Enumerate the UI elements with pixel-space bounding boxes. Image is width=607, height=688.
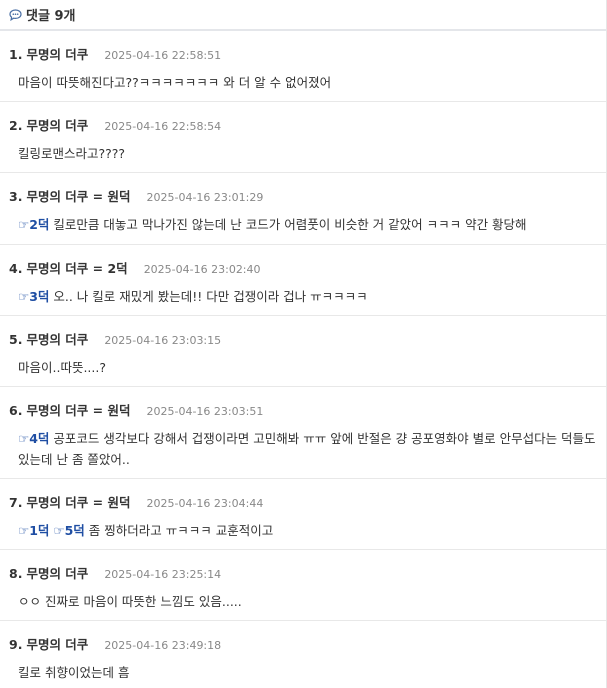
comment-date: 2025-04-16 23:25:14 [104, 568, 222, 581]
comment-date: 2025-04-16 23:04:44 [146, 497, 264, 510]
comment-item: 7. 무명의 더쿠 = 원덕 2025-04-16 23:04:44 ☞1덕 ☞… [0, 479, 606, 550]
comment-item: 2. 무명의 더쿠 2025-04-16 22:58:54 킬링로맨스라고???… [0, 102, 606, 173]
comment-text: 마음이 따뜻해진다고??ㅋㅋㅋㅋㅋㅋㅋ 와 더 알 수 없어졌어 [18, 75, 332, 90]
comments-header: 댓글 9개 [0, 0, 606, 31]
comment-author[interactable]: 무명의 더쿠 [26, 634, 88, 653]
comment-number: 5. [9, 332, 23, 347]
comment-mention-link[interactable]: ☞3덕 [18, 289, 49, 304]
comment-date: 2025-04-16 23:49:18 [104, 639, 222, 652]
comment-body: ☞2덕 킬로만큼 대놓고 막나가진 않는데 난 코드가 어렴풋이 비슷한 거 같… [9, 214, 597, 235]
comment-number: 4. [9, 261, 23, 276]
comment-author[interactable]: 무명의 더쿠 [26, 563, 88, 582]
comment-text: 킬로만큼 대놓고 막나가진 않는데 난 코드가 어렴풋이 비슷한 거 같았어 ㅋ… [49, 217, 527, 232]
comment-text: 좀 찡하더라고 ㅠㅋㅋㅋ 교훈적이고 [84, 523, 274, 538]
comment-date: 2025-04-16 23:02:40 [143, 263, 261, 276]
comment-body: ☞4덕 공포코드 생각보다 강해서 겁쟁이라면 고민해봐 ㅠㅠ 앞에 반절은 걍… [9, 428, 597, 470]
comment-date: 2025-04-16 23:03:51 [146, 405, 264, 418]
comment-text: 오.. 나 킬로 재밌게 봤는데!! 다만 겁쟁이라 겁나 ㅠㅋㅋㅋㅋ [49, 289, 368, 304]
comment-author[interactable]: 무명의 더쿠 = 원덕 [26, 492, 130, 511]
comment-text: 마음이..따뜻....? [18, 360, 106, 375]
comment-number: 1. [9, 47, 23, 62]
comment-author[interactable]: 무명의 더쿠 [26, 329, 88, 348]
comment-number: 6. [9, 403, 23, 418]
comment-item: 3. 무명의 더쿠 = 원덕 2025-04-16 23:01:29 ☞2덕 킬… [0, 173, 606, 245]
comment-text: 킬링로맨스라고???? [18, 146, 126, 161]
comments-panel: 댓글 9개 1. 무명의 더쿠 2025-04-16 22:58:51 마음이 … [0, 0, 607, 688]
comment-author[interactable]: 무명의 더쿠 [26, 44, 88, 63]
comment-item: 4. 무명의 더쿠 = 2덕 2025-04-16 23:02:40 ☞3덕 오… [0, 245, 606, 316]
comment-mention-link[interactable]: ☞5덕 [53, 523, 84, 538]
comment-item: 6. 무명의 더쿠 = 원덕 2025-04-16 23:03:51 ☞4덕 공… [0, 387, 606, 479]
comment-mention-link[interactable]: ☞4덕 [18, 431, 49, 446]
comment-date: 2025-04-16 22:58:51 [104, 49, 222, 62]
comment-body: ☞3덕 오.. 나 킬로 재밌게 봤는데!! 다만 겁쟁이라 겁나 ㅠㅋㅋㅋㅋ [9, 286, 597, 307]
comment-item: 5. 무명의 더쿠 2025-04-16 23:03:15 마음이..따뜻...… [0, 316, 606, 387]
comments-header-label: 댓글 [26, 9, 50, 24]
comment-body: ☞1덕 ☞5덕 좀 찡하더라고 ㅠㅋㅋㅋ 교훈적이고 [9, 520, 597, 541]
comment-number: 2. [9, 118, 23, 133]
comment-number: 9. [9, 637, 23, 652]
comment-number: 3. [9, 189, 23, 204]
comment-item: 9. 무명의 더쿠 2025-04-16 23:49:18 킬로 취향이었는데 … [0, 621, 606, 687]
comment-author[interactable]: 무명의 더쿠 [26, 115, 88, 134]
speech-bubble-icon [9, 8, 22, 21]
comment-text: 공포코드 생각보다 강해서 겁쟁이라면 고민해봐 ㅠㅠ 앞에 반절은 걍 공포영… [18, 431, 596, 467]
comment-author[interactable]: 무명의 더쿠 = 2덕 [26, 258, 127, 277]
comment-text: ㅇㅇ 진짜로 마음이 따뜻한 느낌도 있음..... [18, 594, 242, 609]
comments-count: 9개 [54, 9, 76, 24]
comment-mention-link[interactable]: ☞2덕 [18, 217, 49, 232]
comment-author[interactable]: 무명의 더쿠 = 원덕 [26, 400, 130, 419]
comment-item: 1. 무명의 더쿠 2025-04-16 22:58:51 마음이 따뜻해진다고… [0, 31, 606, 102]
comment-date: 2025-04-16 23:03:15 [104, 334, 222, 347]
comment-author[interactable]: 무명의 더쿠 = 원덕 [26, 186, 130, 205]
comment-date: 2025-04-16 22:58:54 [104, 120, 222, 133]
comment-number: 7. [9, 495, 23, 510]
comment-date: 2025-04-16 23:01:29 [146, 191, 264, 204]
comment-mention-link[interactable]: ☞1덕 [18, 523, 49, 538]
comment-item: 8. 무명의 더쿠 2025-04-16 23:25:14 ㅇㅇ 진짜로 마음이… [0, 550, 606, 621]
comment-text: 킬로 취향이었는데 흠 [18, 665, 130, 680]
comment-number: 8. [9, 566, 23, 581]
